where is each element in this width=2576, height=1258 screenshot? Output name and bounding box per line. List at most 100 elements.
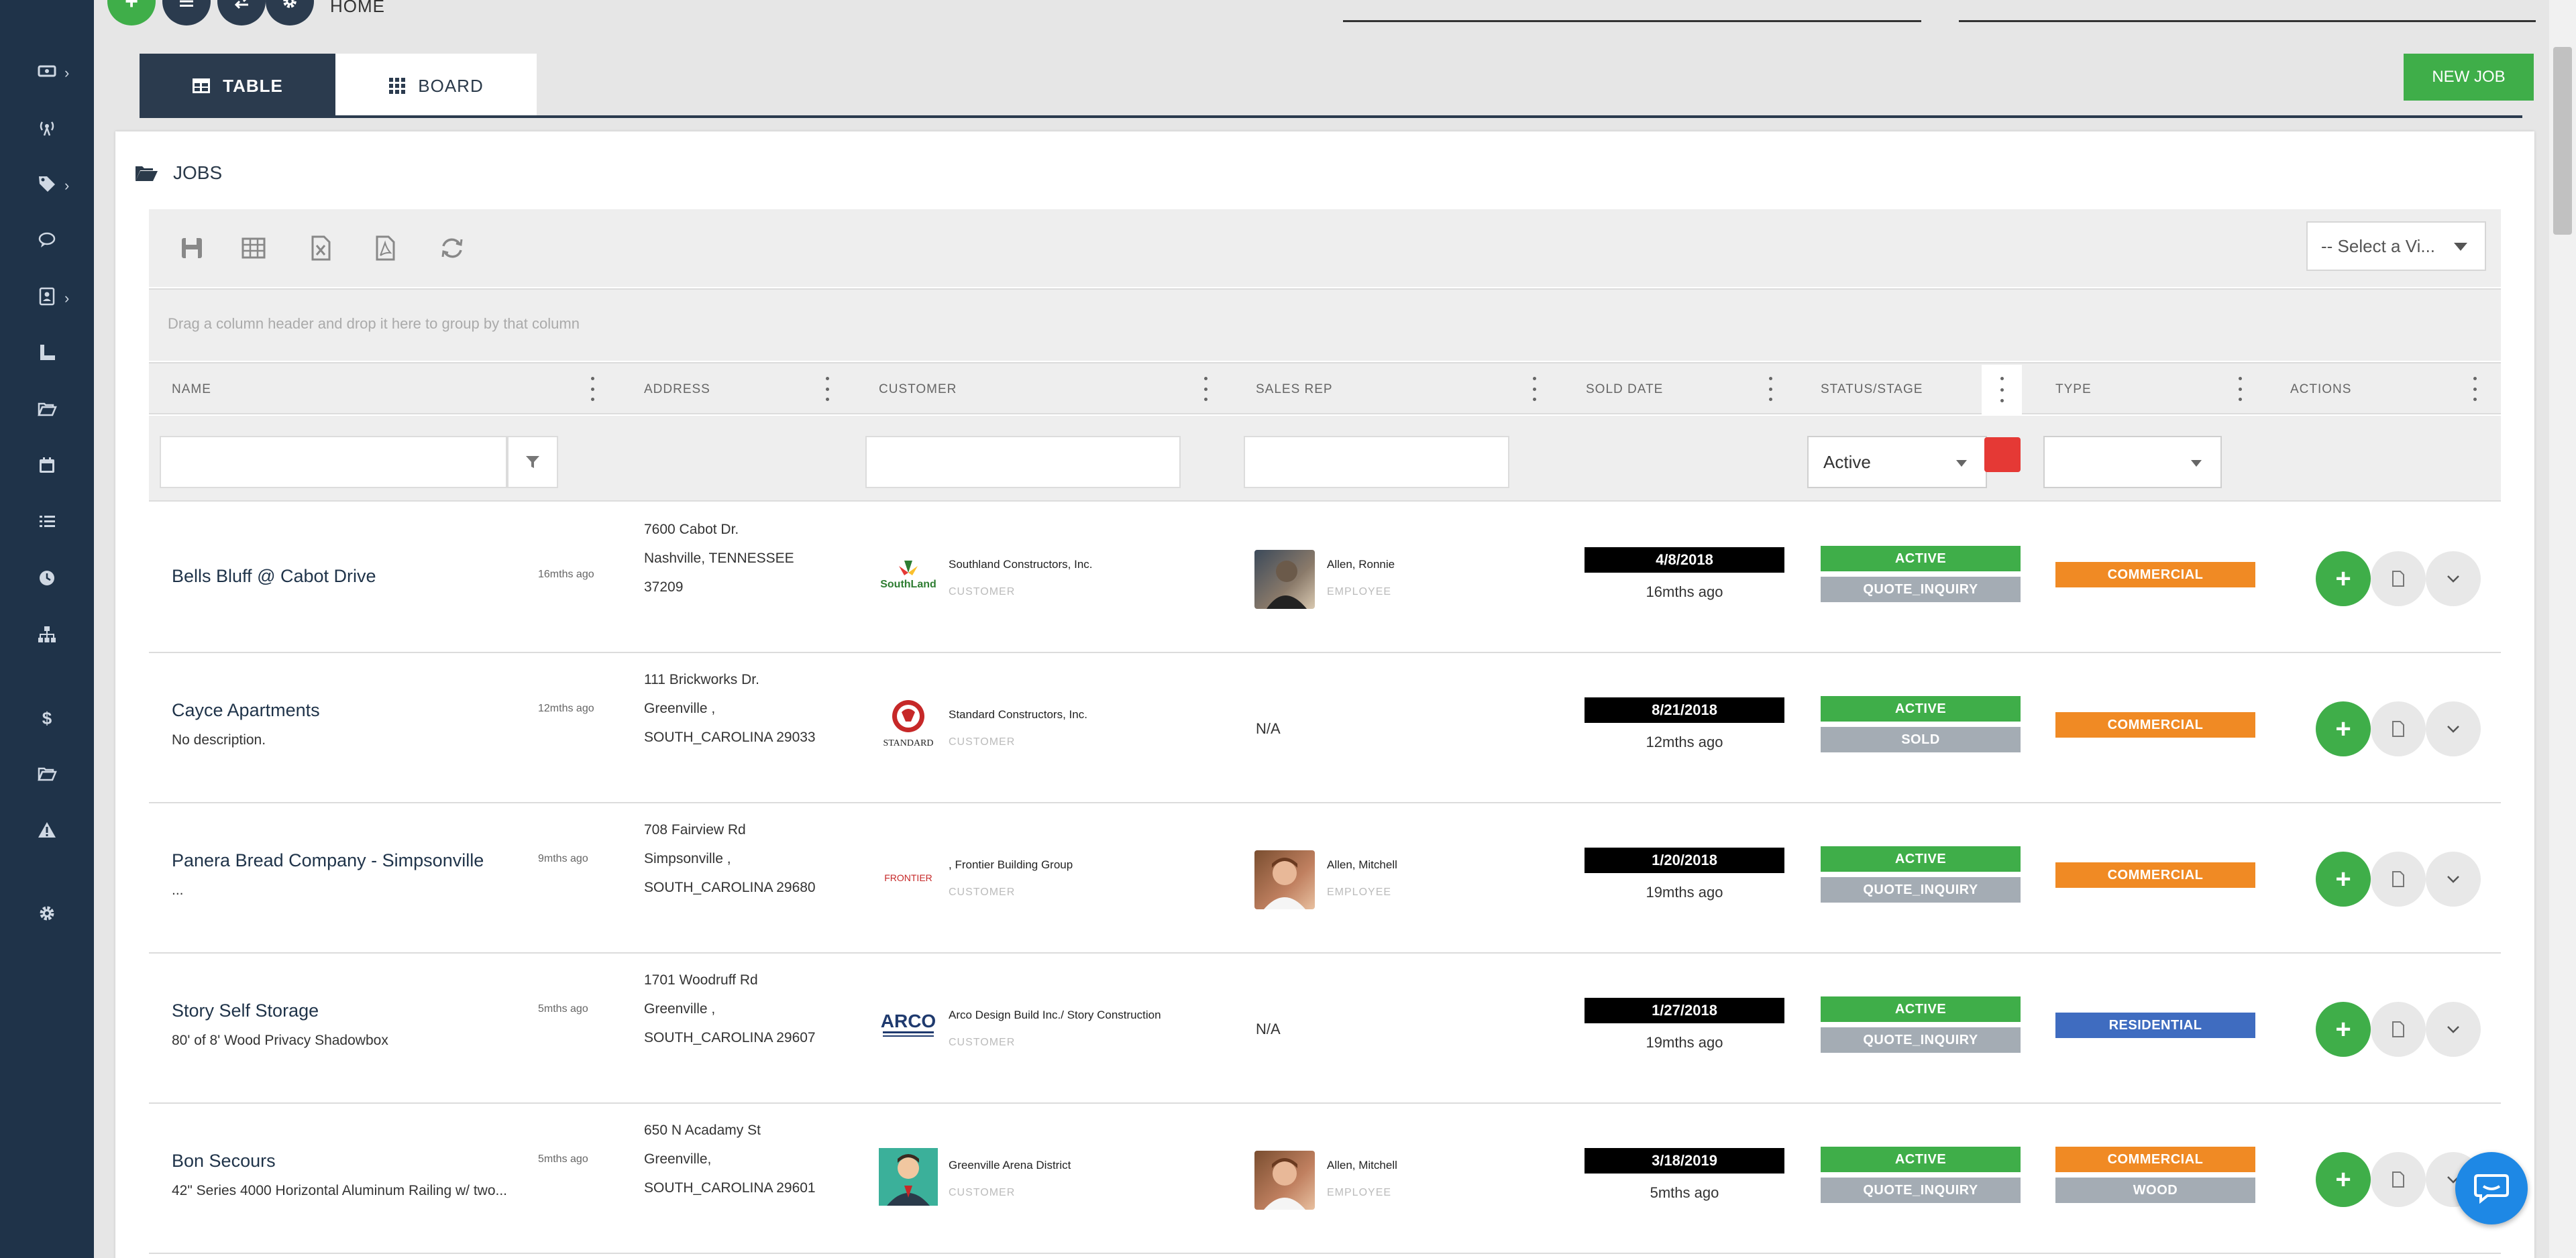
customer-logo-text: ARCO (881, 1011, 936, 1031)
column-menu-icon[interactable] (824, 377, 830, 401)
clear-filter-button[interactable] (1984, 437, 2021, 472)
add-action-button[interactable]: + (2316, 551, 2371, 606)
column-header-type[interactable]: TYPE (2055, 382, 2092, 397)
sold-date: 8/21/2018 (1585, 697, 1784, 723)
column-header-status[interactable]: STATUS/STAGE (1821, 382, 1923, 397)
column-menu-icon[interactable] (589, 377, 596, 401)
expand-action-button[interactable] (2426, 852, 2481, 907)
document-action-button[interactable] (2371, 701, 2426, 756)
document-action-button[interactable] (2371, 1152, 2426, 1207)
plus-icon: + (2335, 1164, 2351, 1194)
customer-name[interactable]: Standard Constructors, Inc. (949, 708, 1087, 722)
document-action-button[interactable] (2371, 551, 2426, 606)
add-action-button[interactable]: + (2316, 1152, 2371, 1207)
job-name[interactable]: Bells Bluff @ Cabot Drive (172, 566, 376, 587)
sidebar-item-org[interactable] (0, 614, 94, 654)
avatar (1254, 850, 1315, 909)
table-row[interactable]: Bells Bluff @ Cabot Drive 16mths ago 760… (149, 503, 2501, 653)
add-action-button[interactable]: + (2316, 1002, 2371, 1057)
column-header-customer[interactable]: CUSTOMER (879, 382, 957, 397)
column-menu-icon[interactable] (2471, 377, 2478, 401)
plus-icon: + (2335, 563, 2351, 593)
sidebar-item-time[interactable] (0, 558, 94, 598)
column-menu-icon[interactable] (1767, 377, 1774, 401)
sidebar-item-calendar[interactable] (0, 445, 94, 485)
plus-icon: + (2335, 713, 2351, 744)
expand-action-button[interactable] (2426, 551, 2481, 606)
sidebar-item-finance[interactable]: $ (0, 697, 94, 738)
column-menu-icon[interactable] (1531, 377, 1538, 401)
sales-rep-filter-input[interactable] (1244, 436, 1509, 488)
swap-button[interactable] (217, 0, 266, 25)
sidebar-item-documents[interactable] (0, 754, 94, 794)
table-row[interactable]: Bon Secours 42" Series 4000 Horizontal A… (149, 1104, 2501, 1254)
chat-button[interactable] (2455, 1152, 2528, 1224)
document-action-button[interactable] (2371, 852, 2426, 907)
document-action-button[interactable] (2371, 1002, 2426, 1057)
new-job-button[interactable]: NEW JOB (2404, 54, 2534, 101)
contacts-icon (39, 287, 55, 306)
status-filter-select[interactable]: Active (1807, 436, 1987, 488)
sidebar-item-alerts[interactable] (0, 810, 94, 850)
sidebar-item-tags[interactable]: › (0, 164, 94, 204)
customer-name[interactable]: Greenville Arena District (949, 1159, 1071, 1172)
table-icon[interactable] (240, 235, 267, 262)
sidebar-item-money[interactable]: › (0, 51, 94, 91)
tab-board[interactable]: BOARD (335, 54, 537, 118)
sidebar-item-list[interactable] (0, 502, 94, 542)
type-filter-select[interactable] (2043, 436, 2222, 488)
settings-button[interactable] (266, 0, 314, 25)
filter-row: Active (149, 416, 2501, 502)
sales-rep-name[interactable]: Allen, Mitchell (1327, 858, 1397, 872)
stage-badge: SOLD (1821, 727, 2021, 752)
refresh-icon[interactable] (439, 235, 466, 262)
table-row[interactable]: Panera Bread Company - Simpsonville ... … (149, 803, 2501, 954)
column-menu-icon[interactable] (1982, 365, 2022, 414)
svg-text:$: $ (42, 708, 52, 728)
sales-rep-name[interactable]: Allen, Ronnie (1327, 558, 1395, 571)
sold-date-age: 19mths ago (1646, 884, 1723, 901)
scrollbar-thumb[interactable] (2553, 47, 2572, 235)
customer-filter-input[interactable] (865, 436, 1181, 488)
column-menu-icon[interactable] (2237, 377, 2243, 401)
add-action-button[interactable]: + (2316, 701, 2371, 756)
filter-button[interactable] (507, 436, 558, 488)
job-name[interactable]: Cayce Apartments (172, 700, 320, 721)
name-filter-input[interactable] (160, 436, 507, 488)
pdf-icon[interactable] (372, 235, 398, 262)
column-header-sold-date[interactable]: SOLD DATE (1586, 382, 1663, 397)
sidebar-item-measure[interactable] (0, 333, 94, 373)
column-header-sales-rep[interactable]: SALES REP (1256, 382, 1333, 397)
table-row[interactable]: Cayce Apartments No description. 12mths … (149, 653, 2501, 803)
add-action-button[interactable]: + (2316, 852, 2371, 907)
address-line: SOUTH_CAROLINA 29680 (644, 880, 816, 895)
sidebar-item-settings[interactable] (0, 893, 94, 933)
document-icon (2392, 571, 2404, 587)
expand-action-button[interactable] (2426, 1002, 2481, 1057)
sidebar-item-files[interactable] (0, 389, 94, 429)
excel-icon[interactable] (307, 235, 334, 262)
menu-button[interactable] (162, 0, 211, 25)
job-name[interactable]: Story Self Storage (172, 1000, 319, 1021)
tab-table[interactable]: TABLE (140, 54, 335, 118)
stage-badge: QUOTE_INQUIRY (1821, 877, 2021, 903)
add-button[interactable]: + (107, 0, 156, 25)
customer-name[interactable]: Southland Constructors, Inc. (949, 558, 1093, 571)
sidebar-item-broadcast[interactable] (0, 107, 94, 148)
job-name[interactable]: Bon Secours (172, 1151, 276, 1171)
save-icon[interactable] (178, 235, 205, 262)
customer-name[interactable]: Arco Design Build Inc./ Story Constructi… (949, 1009, 1161, 1022)
column-header-address[interactable]: ADDRESS (644, 382, 710, 397)
table-row[interactable]: Story Self Storage 80' of 8' Wood Privac… (149, 954, 2501, 1104)
job-name[interactable]: Panera Bread Company - Simpsonville (172, 850, 484, 871)
address-line: 111 Brickworks Dr. (644, 672, 759, 687)
sidebar-item-messages[interactable] (0, 220, 94, 260)
column-menu-icon[interactable] (1202, 377, 1209, 401)
sidebar-item-contacts[interactable]: › (0, 276, 94, 317)
column-header-name[interactable]: NAME (172, 382, 211, 397)
sales-rep-name[interactable]: Allen, Mitchell (1327, 1159, 1397, 1172)
view-select[interactable]: -- Select a Vi... (2306, 221, 2486, 271)
expand-action-button[interactable] (2426, 701, 2481, 756)
group-drop-zone[interactable]: Drag a column header and drop it here to… (149, 288, 2501, 361)
customer-name[interactable]: , Frontier Building Group (949, 858, 1073, 872)
